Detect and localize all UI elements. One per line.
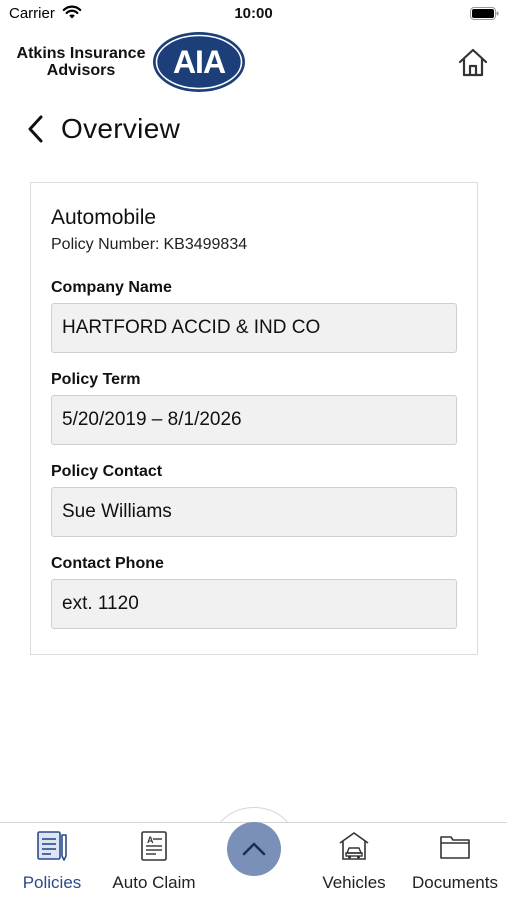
policy-number-line: Policy Number: KB3499834 bbox=[51, 236, 247, 254]
vehicle-garage-icon bbox=[337, 829, 371, 863]
policy-number-value: KB3499834 bbox=[163, 236, 248, 253]
policy-contact-label: Policy Contact bbox=[51, 463, 163, 480]
policy-term-label: Policy Term bbox=[51, 371, 141, 388]
app-header: Atkins Insurance Advisors AIA bbox=[0, 28, 507, 98]
title-row: Overview bbox=[0, 106, 507, 152]
contact-phone-field: Contact Phone ext. 1120 bbox=[51, 554, 457, 629]
status-time: 10:00 bbox=[234, 5, 273, 22]
company-name-field: Company Name HARTFORD ACCID & IND CO bbox=[51, 278, 457, 353]
tab-policies[interactable]: Policies bbox=[18, 829, 86, 897]
contact-phone-value: ext. 1120 bbox=[51, 579, 457, 629]
documents-folder-icon bbox=[438, 829, 472, 863]
tab-policies-label: Policies bbox=[22, 873, 82, 892]
brand-name-line2: Advisors bbox=[46, 62, 116, 79]
back-button[interactable] bbox=[22, 112, 48, 146]
tab-vehicles[interactable]: Vehicles bbox=[316, 829, 392, 897]
policy-number-label: Policy Number: bbox=[51, 236, 160, 253]
policies-document-icon bbox=[35, 829, 69, 863]
company-name-label: Company Name bbox=[51, 279, 172, 296]
policy-contact-value: Sue Williams bbox=[51, 487, 457, 537]
chevron-left-icon bbox=[28, 115, 43, 143]
logo-text: AIA bbox=[173, 44, 226, 80]
policy-term-value: 5/20/2019 – 8/1/2026 bbox=[51, 395, 457, 445]
policy-type: Automobile bbox=[51, 206, 157, 229]
home-button[interactable] bbox=[455, 45, 491, 79]
company-name-value: HARTFORD ACCID & IND CO bbox=[51, 303, 457, 353]
chevron-up-icon bbox=[242, 842, 266, 856]
tab-documents[interactable]: Documents bbox=[406, 829, 504, 897]
policy-contact-field: Policy Contact Sue Williams bbox=[51, 462, 457, 537]
contact-phone-label: Contact Phone bbox=[51, 555, 164, 572]
battery-icon bbox=[470, 7, 499, 20]
brand-name-line1: Atkins Insurance bbox=[16, 45, 146, 62]
brand-name: Atkins Insurance Advisors bbox=[14, 45, 148, 79]
status-bar: Carrier 10:00 bbox=[0, 0, 507, 28]
tab-auto-claim[interactable]: A Auto Claim bbox=[108, 829, 200, 897]
tab-documents-label: Documents bbox=[412, 873, 498, 892]
svg-text:A: A bbox=[147, 835, 154, 845]
policy-card: Automobile Policy Number: KB3499834 Compa… bbox=[30, 182, 478, 655]
page-title: Overview bbox=[61, 113, 181, 144]
home-icon bbox=[458, 48, 488, 77]
tab-auto-claim-label: Auto Claim bbox=[112, 873, 196, 892]
expand-menu-button[interactable] bbox=[227, 822, 281, 876]
policy-term-field: Policy Term 5/20/2019 – 8/1/2026 bbox=[51, 370, 457, 445]
tab-vehicles-label: Vehicles bbox=[322, 873, 386, 892]
aia-logo: AIA bbox=[153, 32, 245, 92]
auto-claim-form-icon: A bbox=[137, 829, 171, 863]
